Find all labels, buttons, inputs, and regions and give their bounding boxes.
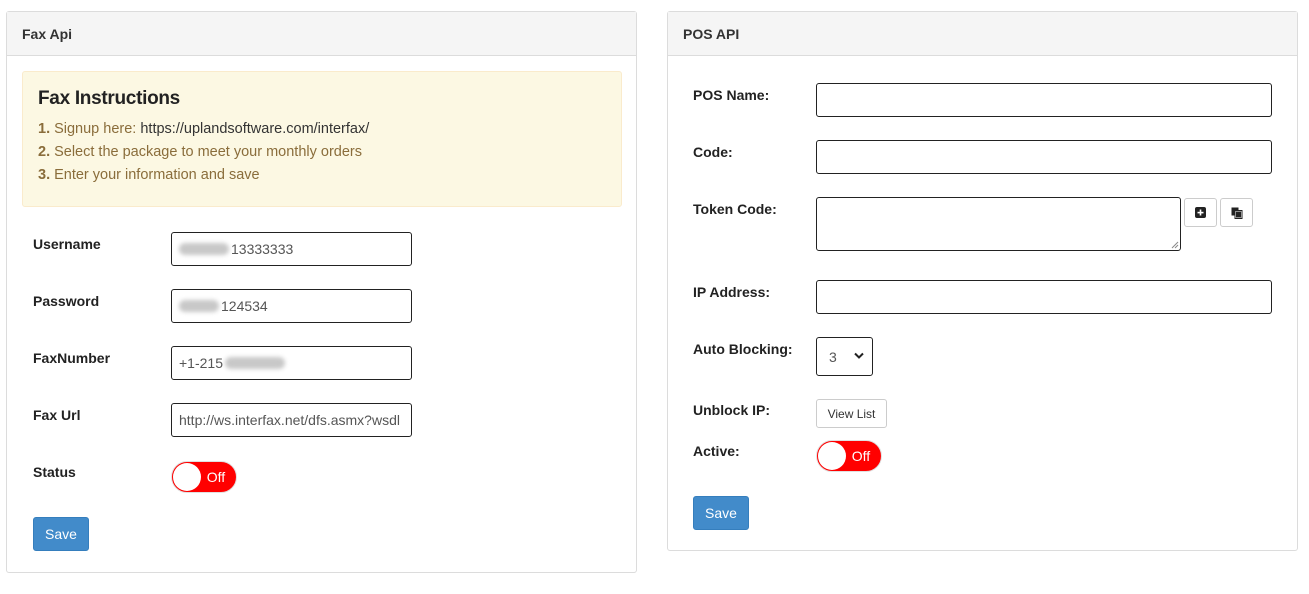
active-label: Active: — [693, 443, 740, 459]
fax-panel-heading: Fax Api — [7, 12, 636, 56]
redacted-blur — [179, 300, 219, 312]
token-code-textarea[interactable] — [816, 197, 1181, 251]
toggle-knob — [173, 463, 201, 491]
password-input[interactable]: 124534 — [171, 289, 412, 323]
view-list-button[interactable]: View List — [816, 399, 887, 428]
generate-token-button[interactable] — [1184, 198, 1217, 227]
fax-instructions-list: 1. Signup here: https://uplandsoftware.co… — [38, 118, 606, 187]
active-toggle[interactable]: Off — [816, 440, 882, 472]
fax-instructions-heading: Fax Instructions — [38, 88, 180, 109]
plus-square-icon — [1195, 207, 1206, 218]
status-label: Status — [33, 464, 76, 480]
code-input[interactable] — [816, 140, 1272, 174]
toggle-knob — [818, 442, 846, 470]
fax-instructions-alert: Fax Instructions 1. Signup here: https://… — [22, 71, 622, 207]
fax-url-label: Fax Url — [33, 407, 81, 423]
instruction-step-2: 2. Select the package to meet your monthl… — [38, 144, 362, 160]
ip-address-label: IP Address: — [693, 284, 771, 300]
resize-grip-icon[interactable] — [1171, 241, 1179, 249]
instruction-step-1: 1. Signup here: https://uplandsoftware.co… — [38, 121, 370, 137]
password-label: Password — [33, 293, 100, 309]
auto-blocking-label: Auto Blocking: — [693, 341, 793, 357]
fax-number-label: FaxNumber — [33, 350, 111, 366]
fax-api-panel: Fax Api Fax Instructions 1. Signup here: … — [6, 11, 637, 573]
unblock-ip-label: Unblock IP: — [693, 402, 771, 418]
copy-icon — [1231, 207, 1242, 219]
status-toggle[interactable]: Off — [171, 461, 237, 493]
fax-url-input[interactable]: http://ws.interfax.net/dfs.asmx?wsdl — [171, 403, 412, 437]
auto-blocking-value: 3 — [829, 348, 837, 365]
code-label: Code: — [693, 144, 733, 160]
redacted-blur — [179, 243, 229, 255]
pos-api-panel: POS API POS Name: Code: Token Code: IP A… — [667, 11, 1298, 551]
redacted-blur — [224, 357, 285, 369]
username-input[interactable]: 13333333 — [171, 232, 412, 266]
pos-panel-title: POS API — [683, 25, 740, 42]
instruction-step-3: 3. Enter your information and save — [38, 167, 260, 183]
pos-panel-heading: POS API — [668, 12, 1297, 56]
pos-name-input[interactable] — [816, 83, 1272, 117]
fax-panel-title: Fax Api — [22, 25, 73, 42]
interfax-signup-link[interactable]: https://uplandsoftware.com/interfax/ — [140, 121, 369, 137]
pos-save-button[interactable]: Save — [693, 496, 749, 530]
auto-blocking-select[interactable]: 3 — [816, 337, 873, 376]
toggle-text: Off — [206, 469, 226, 485]
chevron-down-icon — [854, 352, 864, 359]
username-label: Username — [33, 236, 101, 252]
copy-token-button[interactable] — [1220, 198, 1253, 227]
ip-address-input[interactable] — [816, 280, 1272, 314]
fax-number-input[interactable]: +1-215 — [171, 346, 412, 380]
pos-name-label: POS Name: — [693, 87, 770, 103]
toggle-text: Off — [851, 448, 871, 464]
fax-save-button[interactable]: Save — [33, 517, 89, 551]
token-code-label: Token Code: — [693, 201, 777, 217]
